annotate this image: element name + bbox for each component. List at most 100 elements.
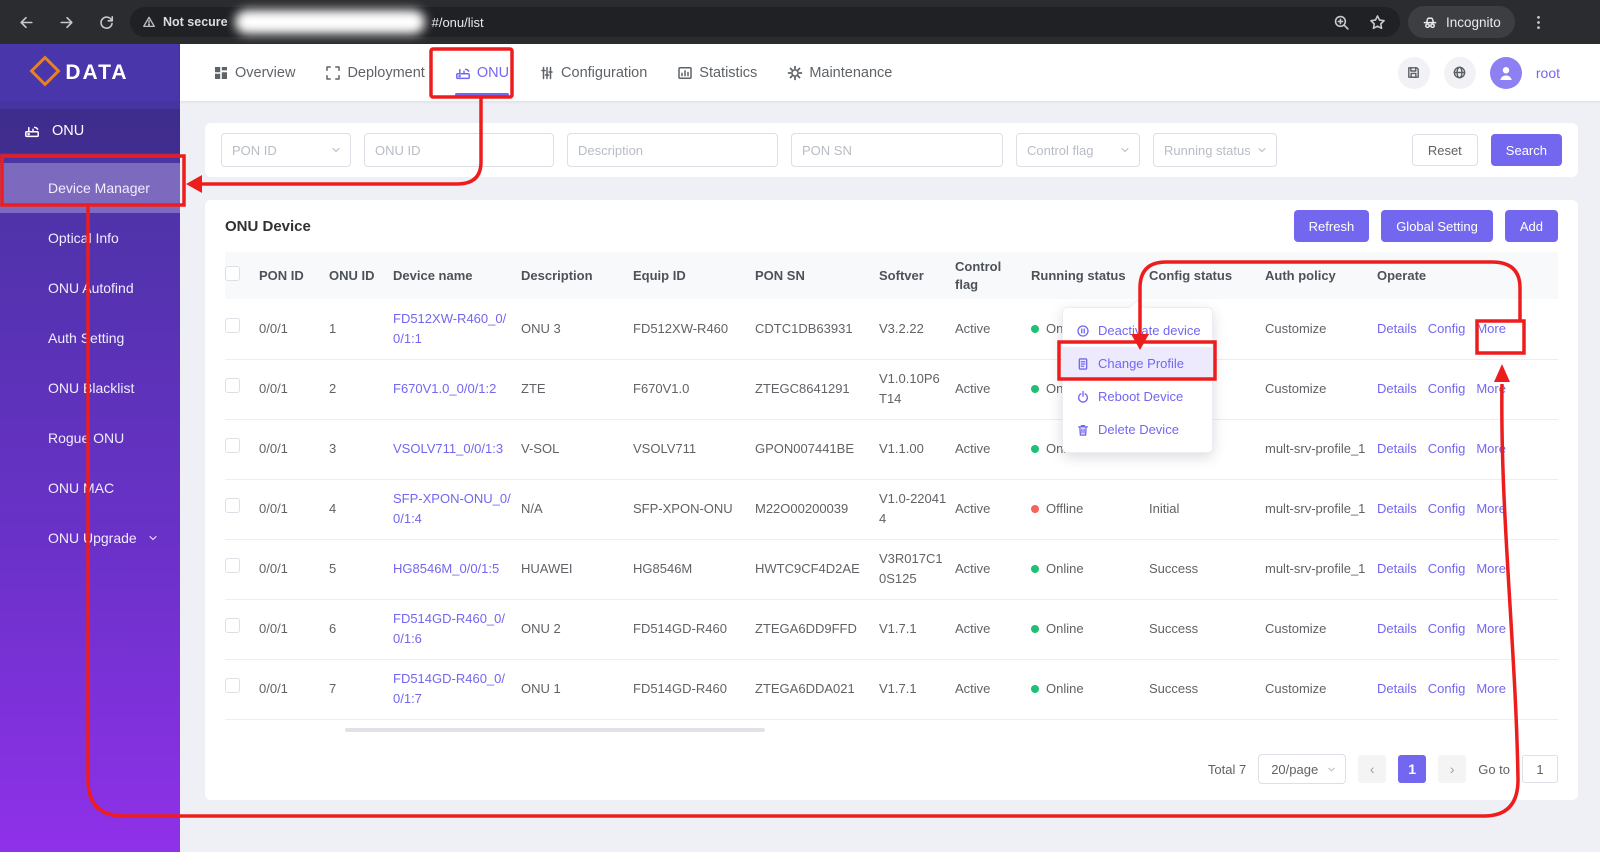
avatar[interactable] xyxy=(1489,56,1522,89)
menu-item-reboot-device[interactable]: Reboot Device xyxy=(1063,380,1212,413)
global-setting-button[interactable]: Global Setting xyxy=(1381,210,1493,242)
sidebar-item-optical-info[interactable]: Optical Info xyxy=(0,213,180,263)
address-bar[interactable]: Not secure #/onu/list xyxy=(130,7,1400,37)
device-name-link[interactable]: SFP-XPON-ONU_0/0/1:4 xyxy=(393,491,511,526)
device-name-link[interactable]: FD512XW-R460_0/0/1:1 xyxy=(393,311,506,346)
details-link[interactable]: Details xyxy=(1377,561,1417,576)
tab-statistics[interactable]: Statistics xyxy=(677,44,757,101)
row-checkbox[interactable] xyxy=(225,618,240,634)
tab-maintenance[interactable]: Maintenance xyxy=(787,44,892,101)
sidebar-section-onu[interactable]: ONU xyxy=(0,109,180,153)
add-button[interactable]: Add xyxy=(1504,210,1558,242)
tab-configuration[interactable]: Configuration xyxy=(539,44,647,101)
row-checkbox[interactable] xyxy=(225,558,240,574)
sidebar-item-label: ONU Upgrade xyxy=(48,530,137,546)
menu-item-change-profile[interactable]: Change Profile xyxy=(1063,347,1212,380)
sidebar-item-device-manager[interactable]: Device Manager xyxy=(0,163,180,213)
next-page-button[interactable]: › xyxy=(1438,755,1467,783)
goto-page-input[interactable] xyxy=(1522,755,1558,783)
cell-auth-policy: Customize xyxy=(1265,599,1377,660)
url-path: #/onu/list xyxy=(431,14,484,30)
details-link[interactable]: Details xyxy=(1377,501,1417,516)
context-menu-item-label: Delete Device xyxy=(1098,422,1179,437)
menu-item-delete-device[interactable]: Delete Device xyxy=(1063,413,1212,446)
device-name-link[interactable]: FD514GD-R460_0/0/1:7 xyxy=(393,671,505,706)
device-name-link[interactable]: VSOLV711_0/0/1:3 xyxy=(393,441,503,456)
user-name[interactable]: root xyxy=(1536,65,1560,81)
onu-id-input[interactable] xyxy=(364,133,554,167)
config-link[interactable]: Config xyxy=(1428,321,1466,336)
config-link[interactable]: Config xyxy=(1428,441,1466,456)
table-row: 0/0/1 3 VSOLV711_0/0/1:3 V-SOL VSOLV711 … xyxy=(225,419,1558,480)
prev-page-button[interactable]: ‹ xyxy=(1358,755,1387,783)
reload-icon[interactable] xyxy=(90,6,122,38)
reset-button[interactable]: Reset xyxy=(1411,134,1478,166)
details-link[interactable]: Details xyxy=(1377,621,1417,636)
search-button[interactable]: Search xyxy=(1490,134,1562,166)
more-link[interactable]: More xyxy=(1476,441,1506,456)
horizontal-scrollbar[interactable] xyxy=(345,727,765,732)
pon-sn-input[interactable] xyxy=(791,133,1003,167)
tab-onu[interactable]: ONU xyxy=(454,44,510,101)
details-link[interactable]: Details xyxy=(1377,681,1417,696)
details-link[interactable]: Details xyxy=(1377,441,1417,456)
refresh-button[interactable]: Refresh xyxy=(1293,210,1370,242)
pon-id-select[interactable] xyxy=(221,133,351,167)
config-link[interactable]: Config xyxy=(1428,501,1466,516)
sidebar-item-auth-setting[interactable]: Auth Setting xyxy=(0,313,180,363)
more-link[interactable]: More xyxy=(1476,381,1506,396)
tab-deployment[interactable]: Deployment xyxy=(325,44,425,101)
device-name-link[interactable]: HG8546M_0/0/1:5 xyxy=(393,561,499,576)
device-name-link[interactable]: FD514GD-R460_0/0/1:6 xyxy=(393,611,505,646)
select-all-checkbox[interactable] xyxy=(225,265,240,281)
language-globe-button[interactable] xyxy=(1443,56,1476,89)
control-flag-input[interactable] xyxy=(1016,133,1140,167)
device-name-link[interactable]: F670V1.0_0/0/1:2 xyxy=(393,381,496,396)
page-1-button[interactable]: 1 xyxy=(1398,755,1427,783)
row-checkbox[interactable] xyxy=(225,678,240,694)
details-link[interactable]: Details xyxy=(1377,321,1417,336)
running-status-input[interactable] xyxy=(1153,133,1277,167)
browser-menu-icon[interactable] xyxy=(1523,6,1555,38)
sidebar-item-onu-blacklist[interactable]: ONU Blacklist xyxy=(0,363,180,413)
cell-description: ONU 3 xyxy=(521,299,633,360)
menu-item-deactivate-device[interactable]: Deactivate device xyxy=(1063,314,1212,347)
more-link[interactable]: More xyxy=(1476,621,1506,636)
table-header-row: PON ID ONU ID Device name Description Equip … xyxy=(225,252,1558,299)
row-checkbox[interactable] xyxy=(225,438,240,454)
back-icon[interactable] xyxy=(10,6,42,38)
config-link[interactable]: Config xyxy=(1428,561,1466,576)
page-size-select[interactable]: 20/page xyxy=(1258,754,1347,784)
forward-icon[interactable] xyxy=(50,6,82,38)
zoom-icon[interactable] xyxy=(1330,11,1352,33)
cell-onu-id: 2 xyxy=(329,359,393,420)
sidebar-item-onu-upgrade[interactable]: ONU Upgrade xyxy=(0,513,180,563)
pon-id-input[interactable] xyxy=(221,133,351,167)
chart-icon xyxy=(677,65,693,81)
tab-overview[interactable]: Overview xyxy=(213,44,295,101)
more-link[interactable]: More xyxy=(1476,681,1506,696)
row-more-context-menu: Deactivate device Change Profile Reboot … xyxy=(1062,307,1213,453)
cell-operate: Details Config More xyxy=(1377,419,1558,480)
sidebar-item-onu-mac[interactable]: ONU MAC xyxy=(0,463,180,513)
more-link[interactable]: More xyxy=(1476,321,1506,336)
row-checkbox[interactable] xyxy=(225,378,240,394)
running-status-select[interactable] xyxy=(1153,133,1277,167)
sidebar-item-onu-autofind[interactable]: ONU Autofind xyxy=(0,263,180,313)
description-input[interactable] xyxy=(567,133,778,167)
onu-device-table: PON ID ONU ID Device name Description Equip … xyxy=(225,252,1558,720)
row-checkbox[interactable] xyxy=(225,498,240,514)
config-link[interactable]: Config xyxy=(1428,381,1466,396)
sidebar-item-rogue-onu[interactable]: Rogue ONU xyxy=(0,413,180,463)
row-checkbox[interactable] xyxy=(225,318,240,334)
config-link[interactable]: Config xyxy=(1428,621,1466,636)
bookmark-star-icon[interactable] xyxy=(1366,11,1388,33)
sidebar: ONU Device Manager Optical Info ONU Auto… xyxy=(0,101,180,852)
details-link[interactable]: Details xyxy=(1377,381,1417,396)
document-icon xyxy=(1076,357,1090,371)
save-config-button[interactable] xyxy=(1397,56,1430,89)
more-link[interactable]: More xyxy=(1476,561,1506,576)
config-link[interactable]: Config xyxy=(1428,681,1466,696)
more-link[interactable]: More xyxy=(1476,501,1506,516)
control-flag-select[interactable] xyxy=(1016,133,1140,167)
